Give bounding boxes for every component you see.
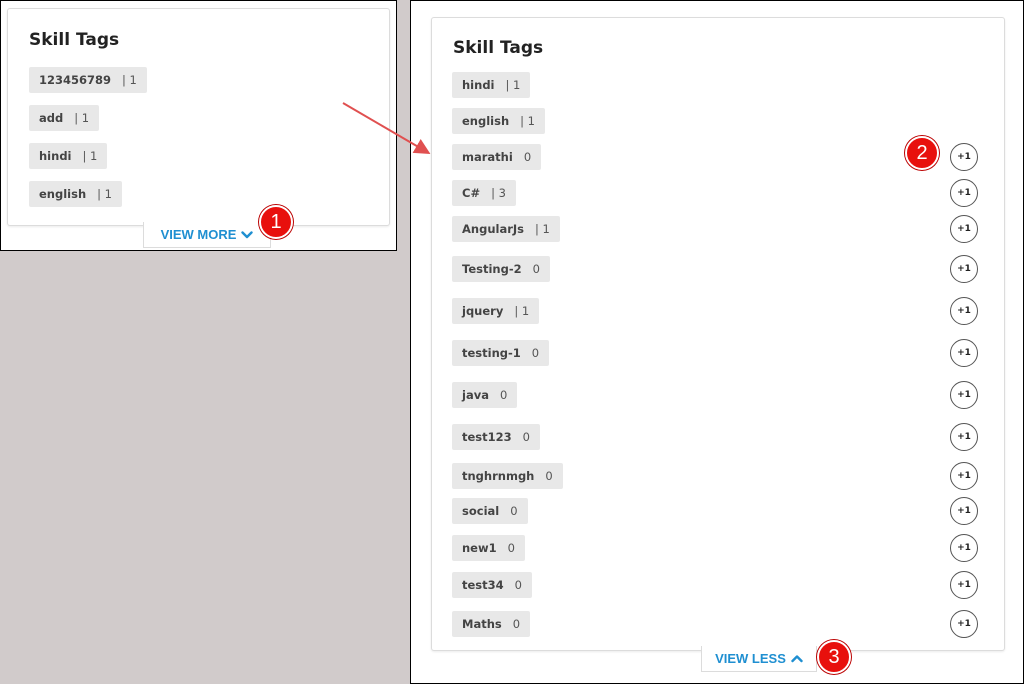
tag-count: | 1 xyxy=(122,73,137,87)
tag-name: AngularJs xyxy=(462,222,525,236)
endorse-plus-one-button[interactable]: +1 xyxy=(950,255,978,283)
skill-tag[interactable]: hindi | 1 xyxy=(452,72,531,98)
tag-count: 0 xyxy=(510,504,518,518)
tag-count: 0 xyxy=(514,578,522,592)
endorse-plus-one-button[interactable]: +1 xyxy=(950,462,978,490)
tag-name: hindi xyxy=(462,78,495,92)
skill-tag[interactable]: 123456789 | 1 xyxy=(29,67,147,93)
chevron-down-icon xyxy=(241,230,254,238)
endorse-plus-one-button[interactable]: +1 xyxy=(950,215,978,243)
tag-count: | 1 xyxy=(74,111,90,125)
endorse-plus-one-button[interactable]: +1 xyxy=(950,297,978,325)
skill-tag[interactable]: jquery | 1 xyxy=(452,298,540,324)
tag-name: 123456789 xyxy=(39,73,112,87)
skill-tag[interactable]: new1 0 xyxy=(452,535,525,561)
endorse-plus-one-button[interactable]: +1 xyxy=(950,339,978,367)
tag-count: 0 xyxy=(545,469,553,483)
card-title: Skill Tags xyxy=(453,38,544,58)
tag-count: 0 xyxy=(531,346,540,360)
tag-name: english xyxy=(39,187,87,201)
endorse-plus-one-button[interactable]: +1 xyxy=(950,179,978,207)
skill-tag[interactable]: testing-1 0 xyxy=(452,340,550,366)
tag-count: 0 xyxy=(499,388,508,402)
tag-name: Testing-2 xyxy=(462,262,522,276)
tag-count: 0 xyxy=(512,617,521,631)
tag-name: test123 xyxy=(462,430,512,444)
card-title: Skill Tags xyxy=(29,30,120,50)
tag-name: jquery xyxy=(462,304,504,318)
tag-count: | 1 xyxy=(520,114,535,128)
skill-tag[interactable]: AngularJs | 1 xyxy=(452,216,560,242)
tag-count: | 1 xyxy=(97,187,112,201)
view-more-label: VIEW MORE xyxy=(160,227,237,242)
skill-tag[interactable]: hindi | 1 xyxy=(29,143,108,169)
tag-name: tnghrnmgh xyxy=(462,469,535,483)
skill-tag[interactable]: test34 0 xyxy=(452,572,532,598)
tag-name: C# xyxy=(462,186,481,200)
tag-count: 0 xyxy=(507,541,515,555)
callout-marker: 1 xyxy=(259,205,293,239)
skill-tags-card-collapsed: Skill Tags 123456789 | 1 add | 1 hindi |… xyxy=(7,8,390,226)
tag-count: | 1 xyxy=(505,78,521,92)
chevron-up-icon xyxy=(791,654,803,662)
skill-tag[interactable]: english | 1 xyxy=(452,108,545,134)
endorse-plus-one-button[interactable]: +1 xyxy=(950,610,978,638)
tag-name: add xyxy=(39,111,64,125)
endorse-plus-one-button[interactable]: +1 xyxy=(950,423,978,451)
annotation-arrow-icon xyxy=(342,102,431,155)
tag-count: | 1 xyxy=(535,222,550,236)
tag-name: testing-1 xyxy=(462,346,521,360)
tag-name: hindi xyxy=(39,149,72,163)
tag-name: marathi xyxy=(462,150,513,164)
tag-count: 0 xyxy=(532,262,540,276)
skill-tag[interactable]: marathi 0 xyxy=(452,144,542,170)
skill-tag[interactable]: C# | 3 xyxy=(452,180,516,206)
skill-tag[interactable]: Testing-2 0 xyxy=(452,256,550,282)
tag-count: 0 xyxy=(523,150,532,164)
skill-tag[interactable]: social 0 xyxy=(452,498,528,524)
tag-name: test34 xyxy=(462,578,504,592)
tag-count: 0 xyxy=(522,430,530,444)
callout-marker: 2 xyxy=(905,136,939,170)
skill-tag[interactable]: add | 1 xyxy=(29,105,100,131)
tag-name: Maths xyxy=(462,617,502,631)
skill-tag[interactable]: java 0 xyxy=(452,382,518,408)
tag-name: english xyxy=(462,114,510,128)
endorse-plus-one-button[interactable]: +1 xyxy=(950,143,978,171)
endorse-plus-one-button[interactable]: +1 xyxy=(950,381,978,409)
skill-tags-card-expanded: Skill Tags hindi | 1 english | 1 marathi… xyxy=(431,17,1005,651)
endorse-plus-one-button[interactable]: +1 xyxy=(950,534,978,562)
tag-count: | 1 xyxy=(82,149,98,163)
tag-name: java xyxy=(462,388,489,402)
skill-tag[interactable]: Maths 0 xyxy=(452,611,531,637)
skill-tag[interactable]: test123 0 xyxy=(452,424,540,450)
view-less-label: VIEW LESS xyxy=(715,651,786,666)
view-more-button[interactable]: VIEW MORE xyxy=(143,222,271,248)
tag-count: | 1 xyxy=(514,304,530,318)
tag-name: social xyxy=(462,504,500,518)
tag-count: | 3 xyxy=(491,186,506,200)
tag-name: new1 xyxy=(462,541,497,555)
endorse-plus-one-button[interactable]: +1 xyxy=(950,571,978,599)
skill-tag[interactable]: tnghrnmgh 0 xyxy=(452,463,563,489)
endorse-plus-one-button[interactable]: +1 xyxy=(950,497,978,525)
view-less-button[interactable]: VIEW LESS xyxy=(701,646,817,672)
callout-marker: 3 xyxy=(817,640,851,674)
skill-tag[interactable]: english | 1 xyxy=(29,181,122,207)
expanded-panel: Skill Tags hindi | 1 english | 1 marathi… xyxy=(410,0,1024,684)
